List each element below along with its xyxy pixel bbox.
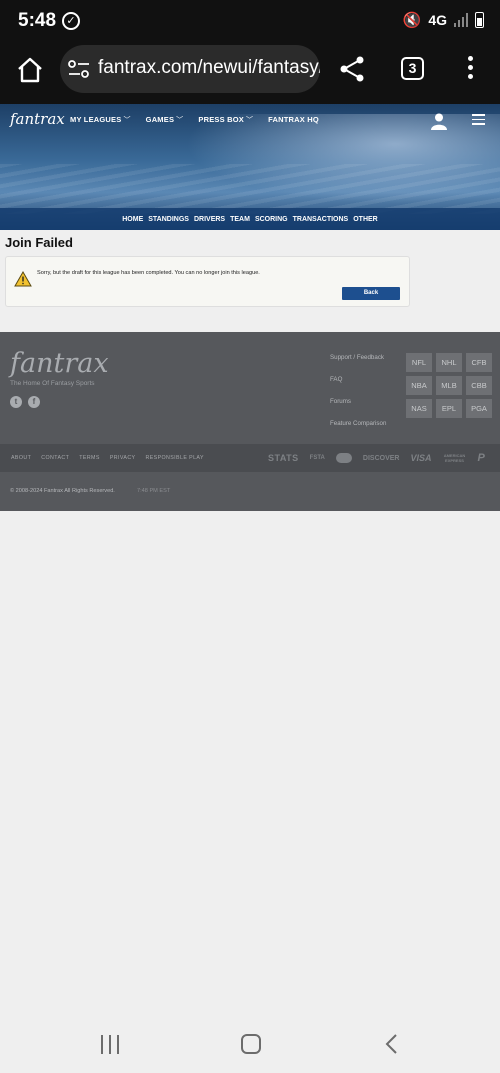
sport-nfl[interactable]: NFL	[406, 353, 432, 372]
user-icon[interactable]	[430, 112, 448, 130]
subnav-other[interactable]: OTHER	[353, 216, 378, 223]
sport-epl[interactable]: EPL	[436, 399, 462, 418]
browser-toolbar: fantrax.com/newui/fantasy/joi 3	[0, 44, 500, 104]
subnav-home[interactable]: HOME	[122, 216, 143, 223]
fsta-logo: FSTA	[309, 455, 325, 461]
sport-cbb[interactable]: CBB	[466, 376, 492, 395]
nav-my-leagues[interactable]: MY LEAGUES ﹀	[70, 115, 131, 125]
chevron-down-icon: ﹀	[245, 117, 254, 124]
nav-press-box[interactable]: PRESS BOX ﹀	[198, 115, 253, 125]
legal-about[interactable]: ABOUT	[11, 455, 31, 461]
sport-nas[interactable]: NAS	[406, 399, 432, 418]
more-menu-icon[interactable]	[465, 56, 475, 82]
hamburger-menu-icon[interactable]	[472, 114, 485, 125]
legal-responsible-play[interactable]: RESPONSIBLE PLAY	[145, 455, 203, 461]
footer-link-faq[interactable]: FAQ	[330, 376, 386, 398]
url-text: fantrax.com/newui/fantasy/joi	[98, 57, 320, 78]
legal-links: ABOUT CONTACT TERMS PRIVACY RESPONSIBLE …	[11, 455, 204, 461]
status-bar: 5:48 ✓ 🔇 4G	[0, 0, 500, 44]
fantrax-logo[interactable]: fantrax	[10, 110, 65, 128]
android-home-icon[interactable]	[241, 1034, 261, 1054]
amex-logo: AMERICAN EXPRESS	[443, 453, 466, 463]
address-bar[interactable]: fantrax.com/newui/fantasy/joi	[60, 45, 320, 93]
system-nav-bar	[0, 1020, 500, 1073]
sport-pga[interactable]: PGA	[466, 399, 492, 418]
nav-label: GAMES	[145, 115, 175, 124]
legal-contact[interactable]: CONTACT	[41, 455, 69, 461]
server-time: 7:48 PM EST	[137, 488, 171, 494]
status-icons: 🔇 4G	[403, 11, 484, 29]
tab-switcher-button[interactable]: 3	[401, 57, 424, 80]
stats-logo: STATS	[268, 453, 299, 463]
status-time: 5:48	[18, 10, 57, 31]
copyright-text: © 2008-2024 Fantrax All Rights Reserved.	[10, 488, 115, 494]
subnav-transactions[interactable]: TRANSACTIONS	[293, 216, 349, 223]
partner-logos: STATS FSTA DISCOVER VISA AMERICAN EXPRES…	[268, 452, 485, 464]
back-button[interactable]: Back	[342, 287, 400, 300]
sport-nba[interactable]: NBA	[406, 376, 432, 395]
twitter-icon[interactable]: t	[10, 396, 22, 408]
stadium-seats-decoration	[0, 164, 500, 214]
footer-logo[interactable]: fantrax	[10, 348, 109, 379]
site-header: fantrax MY LEAGUES ﹀ GAMES ﹀ PRESS BOX ﹀ FA…	[0, 104, 500, 230]
site-settings-icon[interactable]	[68, 59, 90, 79]
error-alert: Sorry, but the draft for this league has…	[5, 256, 410, 307]
page-title: Join Failed	[5, 235, 73, 250]
chevron-down-icon: ﹀	[123, 117, 131, 124]
subnav-standings[interactable]: STANDINGS	[148, 216, 189, 223]
legal-privacy[interactable]: PRIVACY	[110, 455, 136, 461]
footer-tagline: The Home Of Fantasy Sports	[10, 380, 95, 387]
sport-cfb[interactable]: CFB	[466, 353, 492, 372]
facebook-icon[interactable]: f	[28, 396, 40, 408]
battery-icon	[475, 12, 484, 28]
nav-label: FANTRAX HQ	[268, 115, 319, 124]
sport-nhl[interactable]: NHL	[436, 353, 462, 372]
error-message: Sorry, but the draft for this league has…	[37, 270, 260, 276]
share-icon[interactable]	[338, 55, 366, 83]
footer-copyright-bar: © 2008-2024 Fantrax All Rights Reserved.…	[0, 472, 500, 511]
warning-icon	[14, 271, 32, 287]
chevron-down-icon: ﹀	[176, 117, 184, 124]
home-icon[interactable]	[16, 56, 44, 84]
paypal-logo: P	[477, 452, 485, 464]
signal-icon	[454, 13, 468, 27]
check-circle-icon: ✓	[62, 12, 80, 30]
top-nav: MY LEAGUES ﹀ GAMES ﹀ PRESS BOX ﹀ FANTRAX HQ	[70, 115, 319, 125]
nav-label: PRESS BOX	[198, 115, 244, 124]
network-label: 4G	[428, 12, 447, 28]
nav-games[interactable]: GAMES ﹀	[146, 115, 184, 125]
league-subnav: HOME STANDINGS DRIVERS TEAM SCORING TRAN…	[0, 208, 500, 230]
subnav-drivers[interactable]: DRIVERS	[194, 216, 225, 223]
subnav-team[interactable]: TEAM	[230, 216, 250, 223]
footer-links: Support / Feedback FAQ Forums Feature Co…	[330, 354, 386, 442]
footer-link-forums[interactable]: Forums	[330, 398, 386, 420]
mastercard-logo	[335, 453, 352, 463]
discover-logo: DISCOVER	[362, 454, 400, 462]
nav-fantrax-hq[interactable]: FANTRAX HQ	[268, 115, 319, 125]
visa-logo: VISA	[410, 453, 432, 463]
sport-grid: NFL NHL CFB NBA MLB CBB NAS EPL PGA	[406, 353, 492, 418]
subnav-scoring[interactable]: SCORING	[255, 216, 288, 223]
footer-legal-bar: ABOUT CONTACT TERMS PRIVACY RESPONSIBLE …	[0, 444, 500, 472]
footer: fantrax The Home Of Fantasy Sports t f S…	[0, 332, 500, 444]
social-links: t f	[10, 396, 40, 408]
legal-terms[interactable]: TERMS	[79, 455, 100, 461]
recent-apps-icon[interactable]	[101, 1035, 121, 1054]
back-chevron-icon[interactable]	[384, 1034, 398, 1054]
sport-mlb[interactable]: MLB	[436, 376, 462, 395]
footer-link-feature-comparison[interactable]: Feature Comparison	[330, 420, 386, 442]
footer-link-support[interactable]: Support / Feedback	[330, 354, 386, 376]
nav-label: MY LEAGUES	[70, 115, 122, 124]
mute-icon: 🔇	[402, 12, 422, 29]
